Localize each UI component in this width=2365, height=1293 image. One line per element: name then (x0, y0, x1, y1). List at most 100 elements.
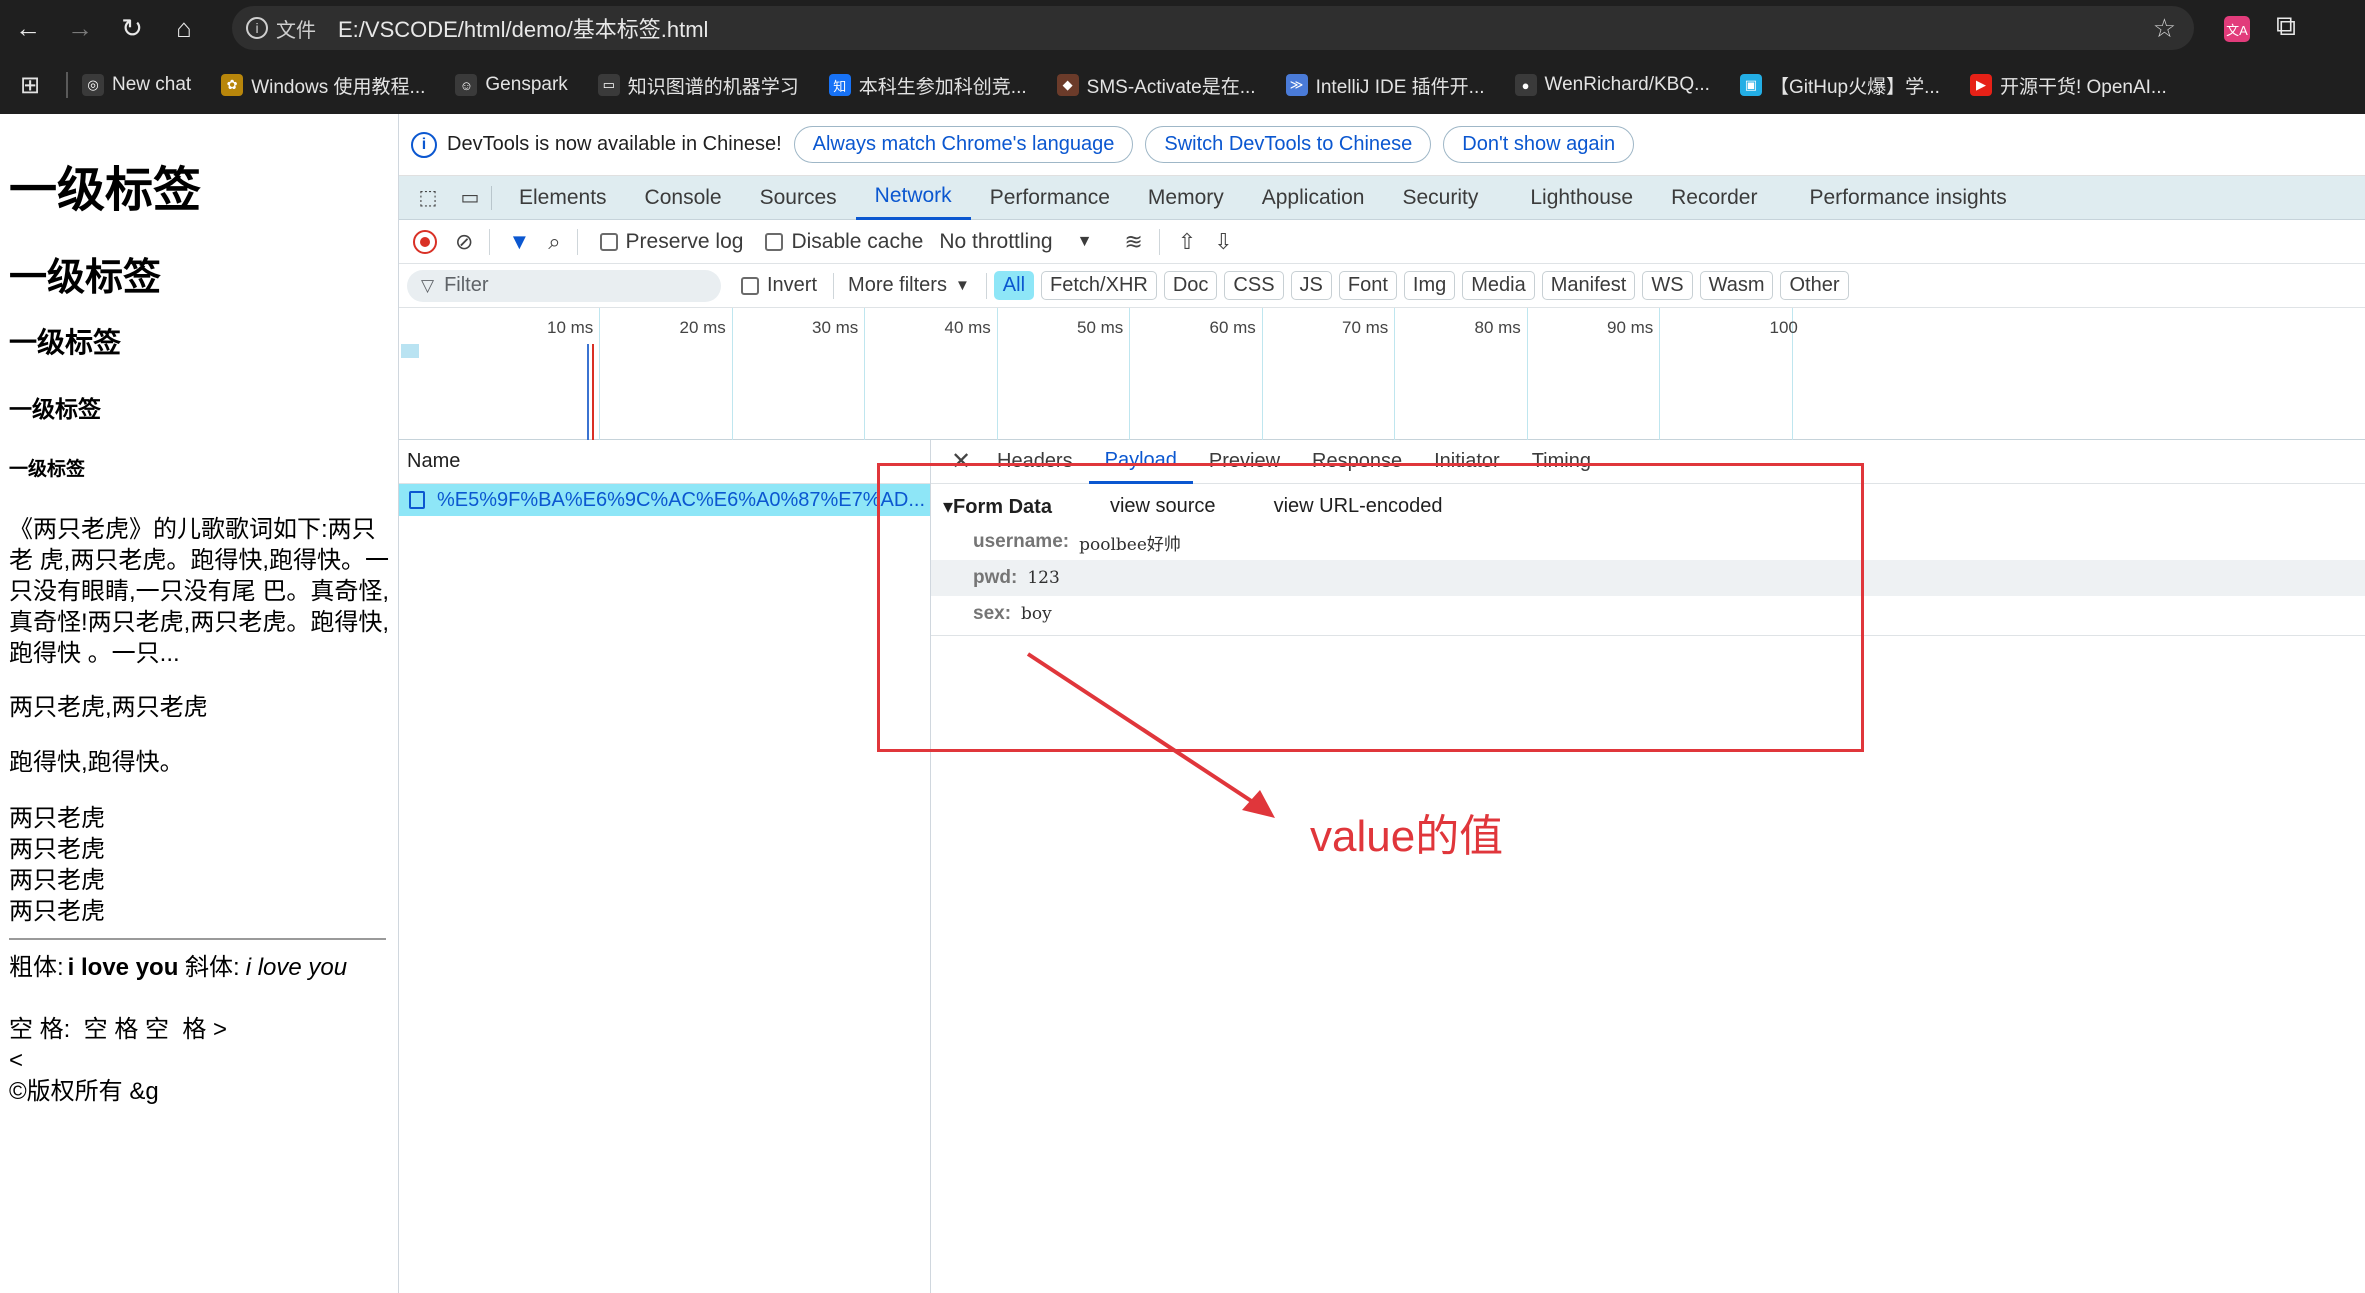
devtools-tabbar: ⬚ ▭ Elements Console Sources Network Perform… (399, 176, 2365, 220)
timeline-gridline (1129, 308, 1130, 440)
filter-chip-fetchxhr[interactable]: Fetch/XHR (1041, 271, 1157, 300)
filter-icon[interactable]: ▼ (508, 229, 530, 255)
filter-chip-ws[interactable]: WS (1642, 271, 1693, 300)
switch-language-button[interactable]: Switch DevTools to Chinese (1145, 126, 1432, 163)
clear-icon[interactable]: ⊘ (455, 229, 473, 255)
heading-h4: 一级标签 (9, 396, 101, 422)
disable-cache-label: Disable cache (791, 229, 924, 253)
bookmark-item[interactable]: ◎ New chat (82, 74, 191, 96)
filter-chip-manifest[interactable]: Manifest (1541, 271, 1636, 300)
bold-label: 粗体: (9, 954, 64, 981)
timeline-gridline (1659, 308, 1660, 440)
heading-h1: 一级标签 (9, 164, 202, 217)
bookmarks-bar: ⊞ ◎ New chat ✿ Windows 使用教程... ☺ Genspark ▭ 知识图… (0, 56, 2365, 114)
folder-icon: ▭ (597, 74, 620, 96)
timeline-tick-label: 10 ms (547, 318, 594, 337)
disable-cache-checkbox[interactable] (765, 232, 784, 251)
format-line: 粗体: i love you 斜体: i love you (9, 952, 389, 983)
invert-checkbox[interactable] (741, 276, 759, 295)
tab-lighthouse[interactable]: Lighthouse (1511, 176, 1652, 220)
timeline-gridline (1261, 308, 1263, 440)
filter-chip-css[interactable]: CSS (1224, 271, 1284, 300)
bookmark-item[interactable]: ▶ 开源干货! OpenAI... (1969, 72, 2167, 99)
filter-input[interactable]: ▽ Filter (407, 269, 721, 302)
bookmark-item[interactable]: ◆ SMS-Activate是在... (1056, 72, 1256, 99)
search-icon[interactable]: ⌕ (548, 229, 560, 255)
tab-recorder[interactable]: Recorder (1652, 176, 1776, 220)
more-filters-button[interactable]: More filters (848, 274, 947, 297)
tab-security[interactable]: Security (1383, 176, 1497, 220)
tab-console[interactable]: Console (626, 176, 741, 220)
info-icon[interactable]: i (246, 17, 268, 39)
address-bar[interactable]: i 文件 E:/VSCODE/html/demo/基本标签.html ☆ (232, 6, 2194, 50)
toolbar-separator (489, 228, 491, 255)
network-conditions-icon[interactable]: ≋ (1124, 229, 1142, 255)
name-column-header[interactable]: Name (399, 440, 930, 484)
reload-icon[interactable]: ↻ (108, 4, 156, 52)
bookmark-item[interactable]: 知本科生参加科创竞... (828, 72, 1027, 99)
filter-chip-img[interactable]: Img (1403, 271, 1456, 300)
tab-performance-insights[interactable]: Performance insights (1790, 176, 2025, 220)
preserve-log-checkbox[interactable] (599, 232, 618, 251)
upload-icon[interactable]: ⇧ (1178, 229, 1196, 255)
bookmark-label: 本科生参加科创竞... (858, 76, 1027, 98)
filter-chip-other[interactable]: Other (1780, 271, 1849, 300)
tab-sources[interactable]: Sources (741, 176, 856, 220)
dont-show-button[interactable]: Don't show again (1443, 126, 1635, 163)
url-text[interactable]: E:/VSCODE/html/demo/基本标签.html (338, 12, 708, 44)
download-icon[interactable]: ⇩ (1214, 229, 1232, 255)
tab-application[interactable]: Application (1243, 176, 1384, 220)
lt-line: < (9, 1047, 24, 1074)
device-toolbar-icon[interactable]: ▭ (457, 185, 483, 211)
filter-chip-wasm[interactable]: Wasm (1699, 271, 1774, 300)
star-icon[interactable]: ☆ (2153, 13, 2176, 44)
type-filter-chips: All Fetch/XHR Doc CSS JS Font Img Media Manifest… (987, 271, 1849, 300)
bookmark-item[interactable]: ✿ Windows 使用教程... (221, 72, 425, 99)
translate-extension-icon[interactable]: 文A (2224, 16, 2250, 42)
invert-label: Invert (767, 274, 818, 296)
filter-chip-all[interactable]: All (993, 271, 1035, 300)
tab-network[interactable]: Network (855, 176, 971, 220)
bookmark-item[interactable]: ≫ IntelliJ IDE 插件开... (1285, 72, 1485, 99)
apps-grid-icon[interactable]: ⊞ (20, 71, 60, 100)
bookmark-label: Genspark (485, 74, 568, 95)
request-name[interactable]: %E5%9F%BA%E6%9C%AC%E6%A0%87%E7%AD... (437, 489, 925, 512)
line-list: 两只老虎 两只老虎 两只老虎 两只老虎 (9, 803, 389, 927)
chevron-down-icon[interactable]: ▼ (1077, 233, 1093, 251)
load-event-line (592, 344, 594, 440)
timeline-tick-label: 40 ms (944, 318, 991, 337)
timeline-tick-label: 90 ms (1607, 318, 1654, 337)
record-icon[interactable] (413, 229, 437, 254)
bookmark-item[interactable]: ● WenRichard/KBQ... (1514, 74, 1710, 96)
tab-memory[interactable]: Memory (1129, 176, 1243, 220)
extensions-icon[interactable]: ⧉ (2276, 10, 2296, 43)
throttling-select[interactable]: No throttling (939, 230, 1052, 254)
filter-chip-font[interactable]: Font (1338, 271, 1397, 300)
filter-row: ▽ Filter Invert More filters ▼ All Fetch/… (399, 264, 2365, 308)
toolbar-separator (833, 272, 835, 299)
bookmark-item[interactable]: ☺ Genspark (455, 74, 568, 96)
timeline-gridline (1394, 308, 1395, 440)
filter-chip-media[interactable]: Media (1462, 271, 1535, 300)
home-icon[interactable]: ⌂ (160, 4, 208, 52)
filter-chip-doc[interactable]: Doc (1163, 271, 1218, 300)
bee-icon: ✿ (221, 74, 244, 96)
bookmark-label: 开源干货! OpenAI... (1999, 76, 2167, 98)
match-language-button[interactable]: Always match Chrome's language (793, 126, 1134, 163)
dom-content-loaded-line (587, 344, 589, 440)
preserve-log-label: Preserve log (625, 229, 744, 253)
bookmark-item[interactable]: ▣ 【GitHup火爆】学... (1739, 72, 1940, 99)
inspect-element-icon[interactable]: ⬚ (415, 185, 441, 211)
chevron-down-icon[interactable]: ▼ (955, 277, 970, 294)
back-icon[interactable]: ← (4, 4, 52, 52)
chevron-icon: ≫ (1285, 74, 1308, 96)
tab-performance[interactable]: Performance (971, 176, 1129, 220)
forward-icon[interactable]: → (56, 4, 104, 52)
tab-elements[interactable]: Elements (500, 176, 626, 220)
bookmark-item[interactable]: ▭ 知识图谱的机器学习 (597, 72, 799, 99)
timeline-tick-label: 80 ms (1474, 318, 1521, 337)
info-icon: i (411, 131, 437, 158)
filter-placeholder: Filter (444, 274, 489, 296)
request-row[interactable]: %E5%9F%BA%E6%9C%AC%E6%A0%87%E7%AD... (399, 484, 930, 516)
filter-chip-js[interactable]: JS (1290, 271, 1332, 300)
